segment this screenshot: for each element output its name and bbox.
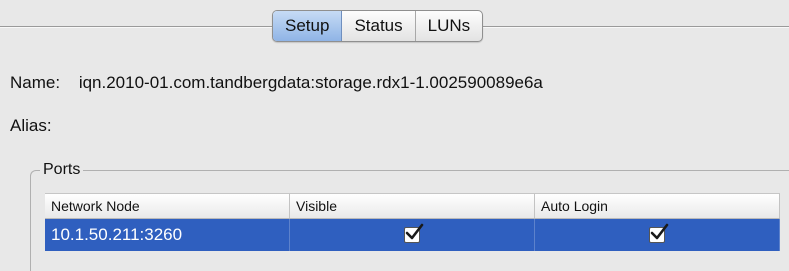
name-value: iqn.2010-01.com.tandbergdata:storage.rdx… — [78, 73, 543, 92]
visible-cell — [290, 219, 535, 251]
column-header-auto-login[interactable]: Auto Login — [535, 194, 780, 218]
auto-login-checkbox[interactable] — [649, 223, 669, 243]
name-label: Name: — [10, 73, 61, 92]
column-header-visible[interactable]: Visible — [290, 194, 535, 218]
tab-setup[interactable]: Setup — [273, 11, 343, 41]
auto-login-cell — [535, 219, 780, 251]
alias-label: Alias: — [10, 116, 52, 135]
name-row: Name: iqn.2010-01.com.tandbergdata:stora… — [10, 73, 543, 93]
column-header-network-node[interactable]: Network Node — [45, 194, 290, 218]
ports-table: Network Node Visible Auto Login 10.1.50.… — [45, 193, 780, 251]
tab-status[interactable]: Status — [342, 11, 416, 41]
table-row[interactable]: 10.1.50.211:3260 — [45, 219, 780, 251]
network-node-cell[interactable]: 10.1.50.211:3260 — [45, 219, 290, 251]
tab-luns[interactable]: LUNs — [416, 11, 483, 41]
ports-group-title: Ports — [40, 161, 84, 179]
tab-bar: Setup Status LUNs — [272, 10, 484, 42]
visible-checkbox[interactable] — [404, 223, 424, 243]
alias-row: Alias: — [10, 116, 66, 136]
checkmark-icon — [650, 223, 669, 240]
ports-table-header: Network Node Visible Auto Login — [45, 193, 780, 219]
checkmark-icon — [405, 223, 424, 240]
